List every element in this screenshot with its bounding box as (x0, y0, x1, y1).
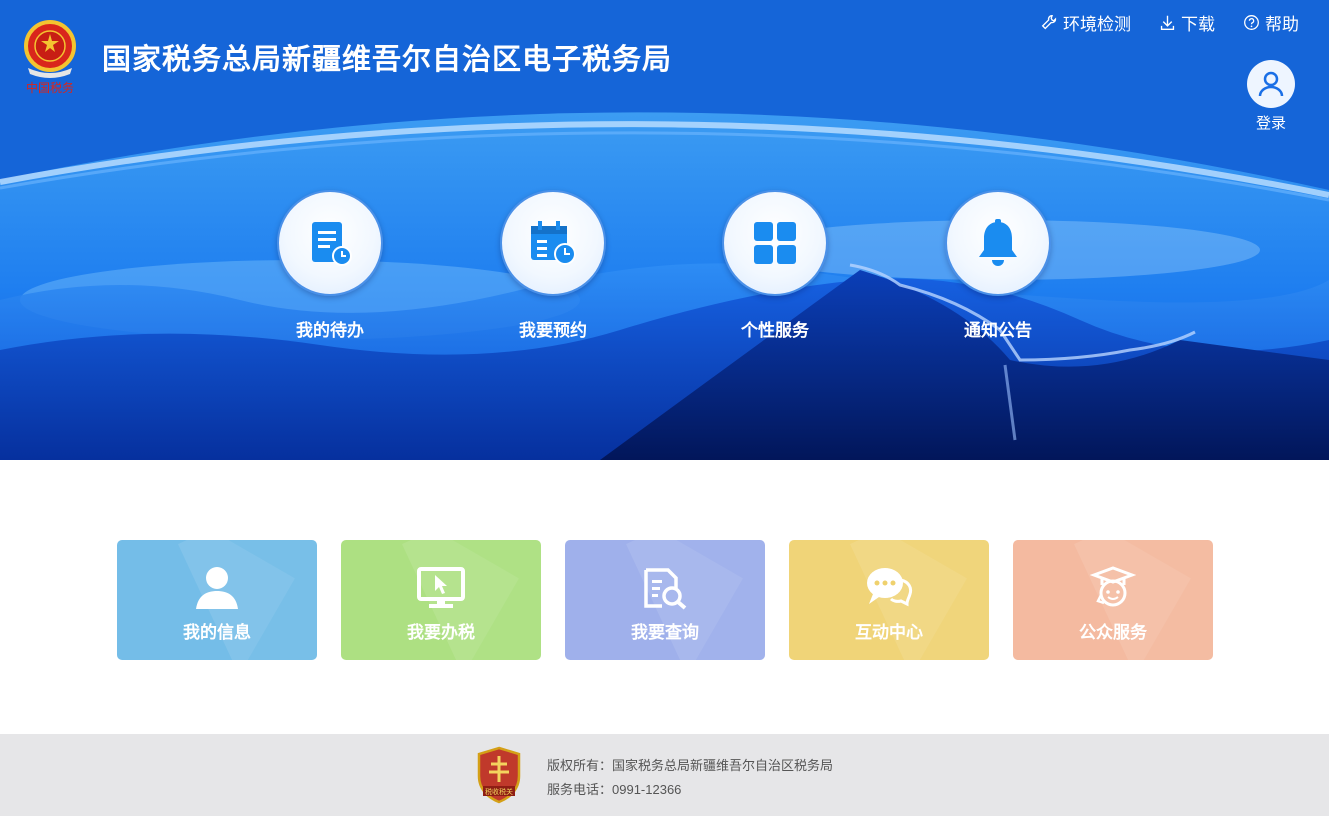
login-button[interactable]: 登录 (1246, 60, 1296, 133)
graduate-service-icon (1090, 566, 1136, 607)
brand: 中国税务 (18, 12, 82, 96)
calendar-clock-icon (531, 221, 576, 265)
tile-label: 我的信息 (183, 623, 251, 642)
footer: 税收税关 版权所有：国家税务总局新疆维吾尔自治区税务局 服务电话：0991-12… (0, 734, 1329, 816)
user-avatar-icon (1247, 60, 1295, 108)
hero-item-label: 个性服务 (741, 321, 809, 340)
monitor-cursor-icon (417, 567, 465, 608)
top-links: 环境检测 下载 帮助 (1041, 10, 1299, 35)
site-title: 国家税务总局新疆维吾尔自治区电子税务局 (102, 44, 673, 76)
service-tiles: 我的信息 我要办税 我要查询 互动中心 公众服务 (117, 540, 1213, 660)
footer-text: 版权所有：国家税务总局新疆维吾尔自治区税务局 服务电话：0991-12366 (547, 754, 833, 802)
hero-item-label: 我的待办 (296, 321, 364, 340)
help-link[interactable]: 帮助 (1243, 10, 1299, 35)
hero-item-label: 我要预约 (519, 321, 587, 340)
env-check-link[interactable]: 环境检测 (1041, 10, 1131, 35)
tile-label: 我要查询 (631, 623, 699, 642)
svg-text:税收税关: 税收税关 (485, 787, 513, 796)
service-phone-text: 服务电话：0991-12366 (547, 782, 682, 797)
wrench-icon (1041, 15, 1057, 30)
tax-emblem-icon: 中国税务 (24, 20, 76, 95)
hero-item-my-todo[interactable]: 我的待办 (255, 190, 405, 341)
todo-document-clock-icon (312, 222, 352, 266)
hero-item-label: 通知公告 (964, 321, 1032, 340)
download-label: 下载 (1181, 15, 1215, 34)
help-circle-icon (1244, 15, 1259, 30)
hero-banner: 中国税务 国家税务总局新疆维吾尔自治区电子税务局 环境检测 下载 帮助 登录 我… (0, 0, 1329, 460)
tile-label: 公众服务 (1079, 623, 1147, 642)
grid-apps-icon (754, 222, 796, 264)
tile-query[interactable]: 我要查询 (565, 540, 765, 660)
env-check-label: 环境检测 (1063, 15, 1131, 34)
tile-do-tax[interactable]: 我要办税 (341, 540, 541, 660)
document-search-icon (644, 568, 687, 610)
chat-bubbles-icon (867, 568, 913, 607)
tile-label: 我要办税 (407, 623, 475, 642)
hero-item-notice[interactable]: 通知公告 (923, 190, 1073, 341)
user-icon (196, 567, 238, 609)
bell-icon (979, 219, 1017, 266)
tile-label: 互动中心 (855, 623, 923, 642)
tile-interaction-center[interactable]: 互动中心 (789, 540, 989, 660)
tile-public-service[interactable]: 公众服务 (1013, 540, 1213, 660)
svg-text:中国税务: 中国税务 (26, 80, 74, 95)
hero-item-personal-service[interactable]: 个性服务 (700, 190, 850, 341)
hero-item-appointment[interactable]: 我要预约 (478, 190, 628, 341)
download-icon (1160, 15, 1175, 30)
copyright-text: 版权所有：国家税务总局新疆维吾尔自治区税务局 (547, 758, 834, 773)
tax-shield-badge-icon: 税收税关 (477, 746, 521, 804)
login-label: 登录 (1255, 115, 1286, 132)
tile-my-info[interactable]: 我的信息 (117, 540, 317, 660)
download-link[interactable]: 下载 (1159, 10, 1215, 35)
help-label: 帮助 (1265, 15, 1299, 34)
